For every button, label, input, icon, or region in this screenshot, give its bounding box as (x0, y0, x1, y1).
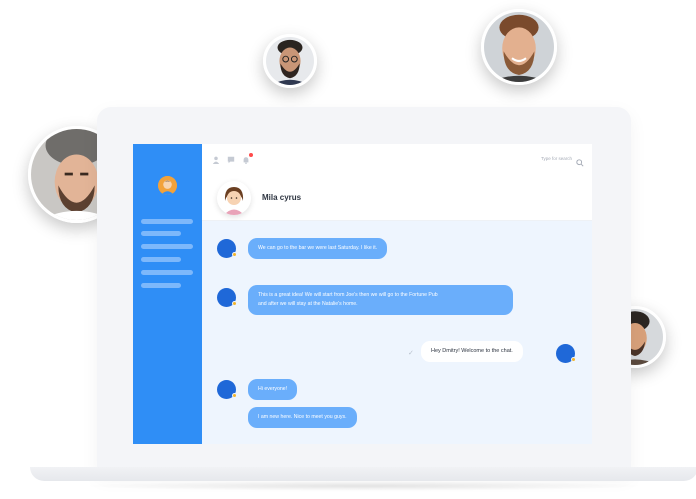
contact-header: Mila cyrus (202, 176, 592, 221)
sidebar-item[interactable] (141, 283, 181, 288)
message-avatar (217, 380, 237, 399)
message-text: This is a great idea! We will start from… (258, 292, 438, 298)
message-text: Hi everyone! (258, 386, 288, 392)
user-avatar[interactable] (158, 176, 177, 195)
online-indicator (571, 357, 576, 362)
message-incoming: We can go to the bar we were last Saturd… (248, 238, 388, 259)
message-text: and after we will stay at the Natalie's … (258, 301, 358, 307)
sidebar (133, 144, 202, 444)
bell-icon[interactable] (242, 156, 250, 164)
online-indicator (232, 301, 237, 306)
sidebar-item[interactable] (141, 231, 181, 236)
people-icon[interactable] (212, 156, 220, 164)
sidebar-item[interactable] (141, 244, 193, 249)
message-avatar (217, 239, 237, 258)
chat-messages: We can go to the bar we were last Saturd… (202, 221, 592, 444)
avatar-man-beard-glasses (263, 34, 317, 88)
check-icon: ✓ (408, 350, 414, 357)
search-icon[interactable] (576, 154, 584, 167)
notification-dot (249, 153, 253, 157)
message-outgoing: Hey Dmitry! Welcome to the chat. (421, 341, 523, 362)
message-incoming: I am new here. Nice to meet you guys. (248, 407, 357, 428)
message-avatar (556, 344, 576, 363)
contact-name: Mila cyrus (262, 193, 302, 202)
search-input[interactable]: Type for search (541, 156, 572, 161)
sidebar-item[interactable] (141, 270, 193, 275)
chat-app-screen: Type for search Mila cyrus We can go to … (133, 144, 592, 444)
sidebar-item[interactable] (141, 257, 181, 262)
sidebar-item[interactable] (141, 219, 193, 224)
online-indicator (232, 252, 237, 257)
contact-avatar[interactable] (217, 181, 251, 215)
laptop-shadow (80, 481, 648, 491)
online-indicator (232, 393, 237, 398)
message-text: Hey Dmitry! Welcome to the chat. (431, 348, 513, 354)
avatar-man-smiling-beard (481, 9, 557, 85)
message-text: We can go to the bar we were last Saturd… (258, 245, 378, 251)
top-bar: Type for search (202, 144, 592, 176)
laptop-base (30, 467, 696, 481)
chat-icon[interactable] (227, 156, 235, 164)
message-avatar (217, 288, 237, 307)
message-incoming: This is a great idea! We will start from… (248, 285, 513, 315)
message-text: I am new here. Nice to meet you guys. (258, 414, 347, 420)
message-incoming: Hi everyone! (248, 379, 298, 400)
